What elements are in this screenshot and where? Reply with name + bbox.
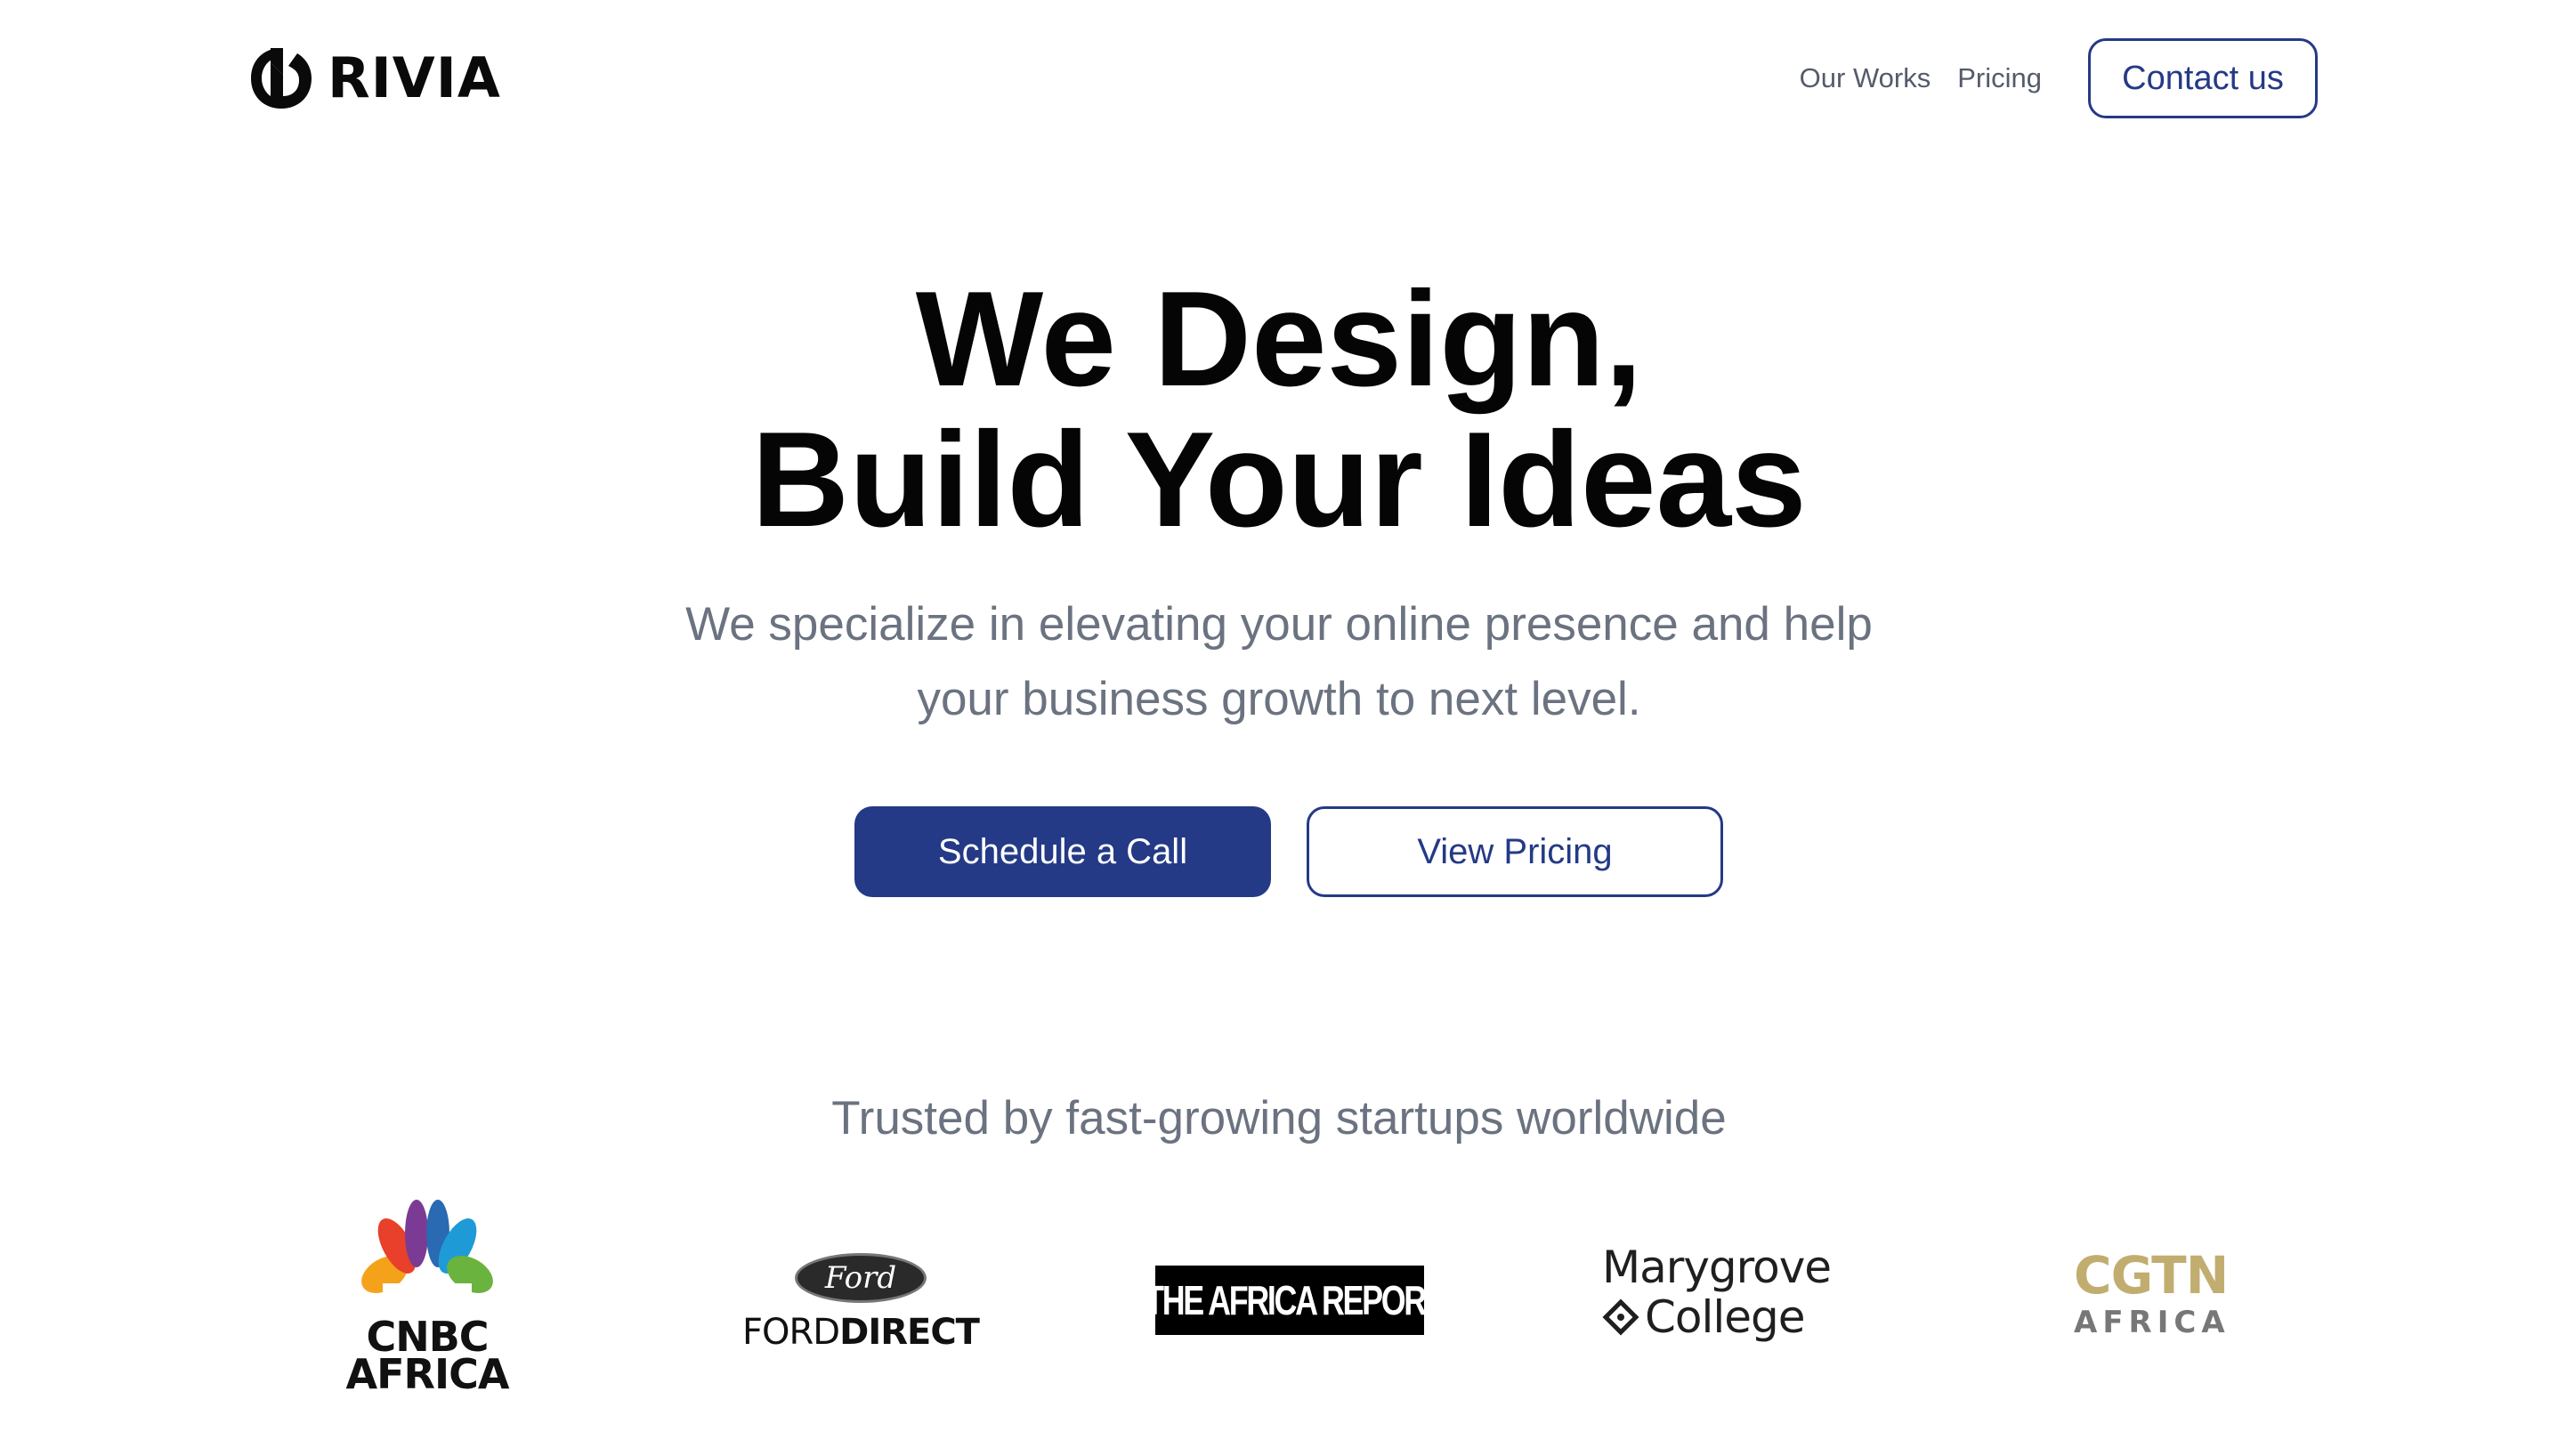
trusted-heading: Trusted by fast-growing startups worldwi… (831, 1092, 1727, 1145)
direct-text: DIRECT (839, 1312, 980, 1353)
ford-script-text: Ford (824, 1260, 897, 1296)
africa-report-text: THE AFRICA REPORT (1144, 1277, 1445, 1323)
rivia-logo[interactable]: RIVIA (247, 44, 501, 112)
site-header: RIVIA Our Works Pricing Contact us (0, 0, 2558, 160)
contact-us-button[interactable]: Contact us (2088, 38, 2318, 118)
marygrove-emblem-icon (1602, 1298, 1639, 1336)
africa-report-logo: THE AFRICA REPORT (1145, 1266, 1444, 1335)
marygrove-college-logo: Marygrove College (1602, 1242, 1834, 1349)
ford-oval-icon: Ford (795, 1253, 927, 1303)
hero-subtitle-line-2: your business growth to next level. (917, 673, 1641, 725)
peacock-icon (361, 1200, 493, 1314)
view-pricing-button[interactable]: View Pricing (1307, 806, 1723, 897)
cgtn-text: CGTN (2074, 1245, 2229, 1306)
nav-link-our-works[interactable]: Our Works (1800, 62, 1931, 94)
ford-text: FORD (742, 1312, 840, 1353)
hero-subtitle-line-1: We specialize in elevating your online p… (685, 598, 1873, 651)
cnbc-africa-text: AFRICA (345, 1350, 510, 1398)
cgtn-africa-logo: CGTN AFRICA (2074, 1245, 2230, 1353)
nav-link-pricing[interactable]: Pricing (1957, 62, 2042, 94)
hero-subtitle: We specialize in elevating your online p… (0, 587, 2558, 737)
ford-direct-logo: Ford FORDDIRECT (741, 1253, 981, 1360)
marygrove-text: Marygrove (1602, 1242, 1832, 1293)
cnbc-africa-logo: CNBC AFRICA (338, 1198, 516, 1412)
brand-name: RIVIA (328, 45, 501, 110)
hero-title: We Design, Build Your Ideas (0, 269, 2558, 550)
hero-title-line-2: Build Your Ideas (751, 404, 1807, 555)
college-text: College (1645, 1291, 1806, 1343)
cgtn-africa-text: AFRICA (2074, 1305, 2230, 1340)
rivia-logo-icon (251, 48, 312, 109)
schedule-call-button[interactable]: Schedule a Call (854, 806, 1271, 897)
top-nav: Our Works Pricing Contact us (1800, 36, 2318, 121)
client-logos: CNBC AFRICA Ford FORDDIRECT THE AFRICA R… (0, 1193, 2558, 1424)
hero-title-line-1: We Design, (915, 263, 1643, 415)
